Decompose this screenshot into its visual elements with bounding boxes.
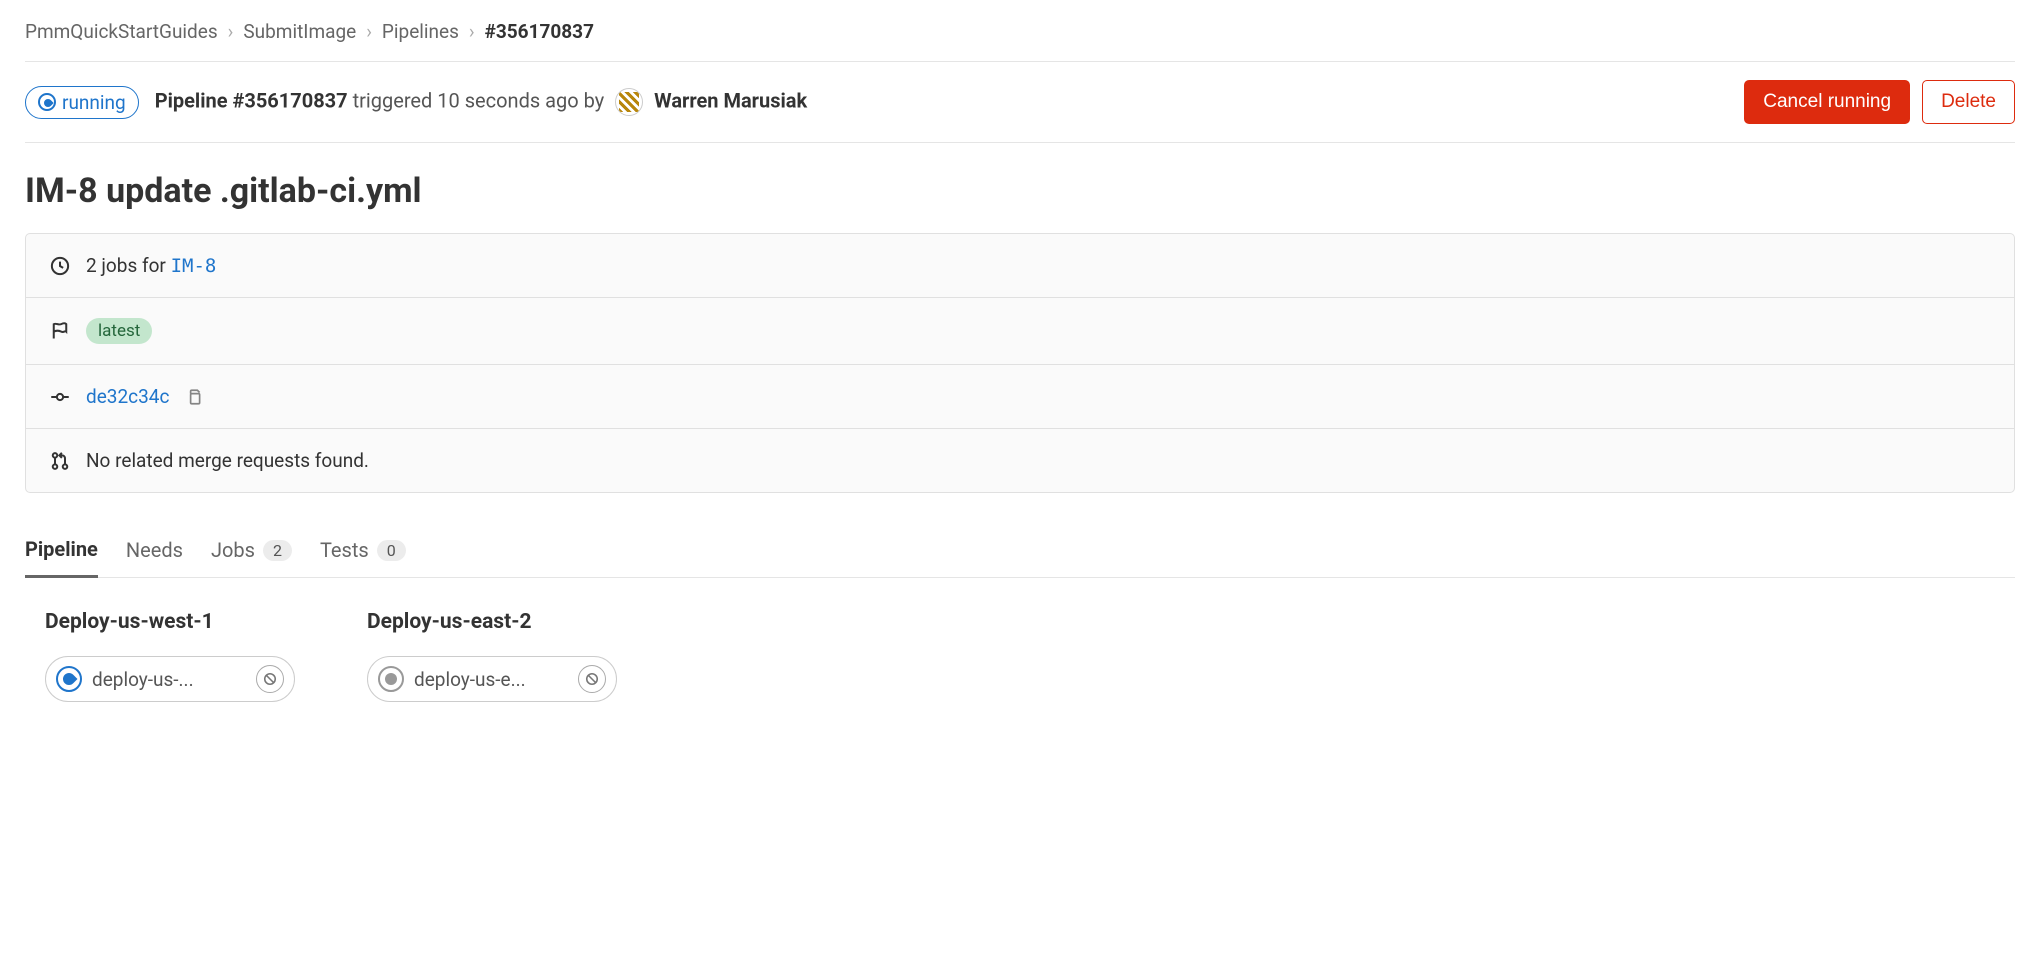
user-name[interactable]: Warren Marusiak — [654, 88, 807, 112]
pipeline-header-actions: Cancel running Delete — [1744, 80, 2015, 124]
jobs-text: 2 jobs for IM-8 — [86, 254, 216, 277]
flag-icon — [50, 321, 70, 341]
chevron-right-icon: › — [228, 20, 234, 43]
pipeline-label: Pipeline — [155, 88, 228, 112]
tabs: Pipeline Needs Jobs 2 Tests 0 — [25, 525, 2015, 578]
stage-column: Deploy-us-east-2 deploy-us-e... — [367, 610, 617, 702]
chevron-right-icon: › — [469, 20, 475, 43]
branch-link[interactable]: IM-8 — [171, 255, 217, 277]
mr-info-row: No related merge requests found. — [26, 429, 2014, 492]
stage-title: Deploy-us-east-2 — [367, 610, 617, 634]
cancel-job-button[interactable] — [256, 665, 284, 693]
cancel-running-button[interactable]: Cancel running — [1744, 80, 1910, 124]
job-name: deploy-us-e... — [414, 668, 568, 691]
cancel-job-button[interactable] — [578, 665, 606, 693]
breadcrumb-item[interactable]: Pipelines — [382, 20, 459, 43]
cancel-icon — [585, 672, 599, 686]
info-panel: 2 jobs for IM-8 latest de32c34c No relat… — [25, 233, 2015, 493]
pipeline-trigger-text: Pipeline #356170837 triggered 10 seconds… — [155, 88, 807, 116]
merge-request-icon — [50, 451, 70, 471]
jobs-count: 2 — [263, 540, 292, 561]
breadcrumb: PmmQuickStartGuides › SubmitImage › Pipe… — [25, 20, 2015, 62]
delete-button[interactable]: Delete — [1922, 80, 2015, 124]
status-badge[interactable]: running — [25, 86, 139, 119]
chevron-right-icon: › — [366, 20, 372, 43]
running-icon — [56, 666, 82, 692]
jobs-info-row: 2 jobs for IM-8 — [26, 234, 2014, 298]
tab-needs[interactable]: Needs — [126, 525, 183, 577]
tab-pipeline[interactable]: Pipeline — [25, 525, 98, 578]
pipeline-id: #356170837 — [233, 88, 348, 112]
tag-info-row: latest — [26, 298, 2014, 365]
stage-column: Deploy-us-west-1 deploy-us-... — [45, 610, 295, 702]
pipeline-graph: Deploy-us-west-1 deploy-us-... Deploy-us… — [25, 578, 2015, 734]
pipeline-header: running Pipeline #356170837 triggered 10… — [25, 62, 2015, 143]
created-icon — [378, 666, 404, 692]
tests-count: 0 — [377, 540, 406, 561]
job-name: deploy-us-... — [92, 668, 246, 691]
pipeline-header-left: running Pipeline #356170837 triggered 10… — [25, 86, 807, 119]
commit-icon — [50, 387, 70, 407]
running-icon — [38, 93, 56, 111]
status-label: running — [62, 91, 126, 114]
stage-title: Deploy-us-west-1 — [45, 610, 295, 634]
page-title: IM-8 update .gitlab-ci.yml — [25, 171, 2015, 211]
mr-text: No related merge requests found. — [86, 449, 369, 472]
breadcrumb-item[interactable]: SubmitImage — [243, 20, 356, 43]
commit-info-row: de32c34c — [26, 365, 2014, 429]
cancel-icon — [263, 672, 277, 686]
job-card[interactable]: deploy-us-e... — [367, 656, 617, 702]
triggered-text: triggered 10 seconds ago by — [353, 88, 605, 112]
latest-tag[interactable]: latest — [86, 318, 152, 344]
breadcrumb-item[interactable]: PmmQuickStartGuides — [25, 20, 218, 43]
avatar[interactable] — [615, 88, 643, 116]
clock-icon — [50, 256, 70, 276]
breadcrumb-current: #356170837 — [485, 20, 594, 43]
tab-tests[interactable]: Tests 0 — [320, 525, 406, 577]
tab-jobs[interactable]: Jobs 2 — [211, 525, 292, 577]
job-card[interactable]: deploy-us-... — [45, 656, 295, 702]
copy-icon[interactable] — [185, 388, 203, 406]
commit-link[interactable]: de32c34c — [86, 385, 169, 408]
